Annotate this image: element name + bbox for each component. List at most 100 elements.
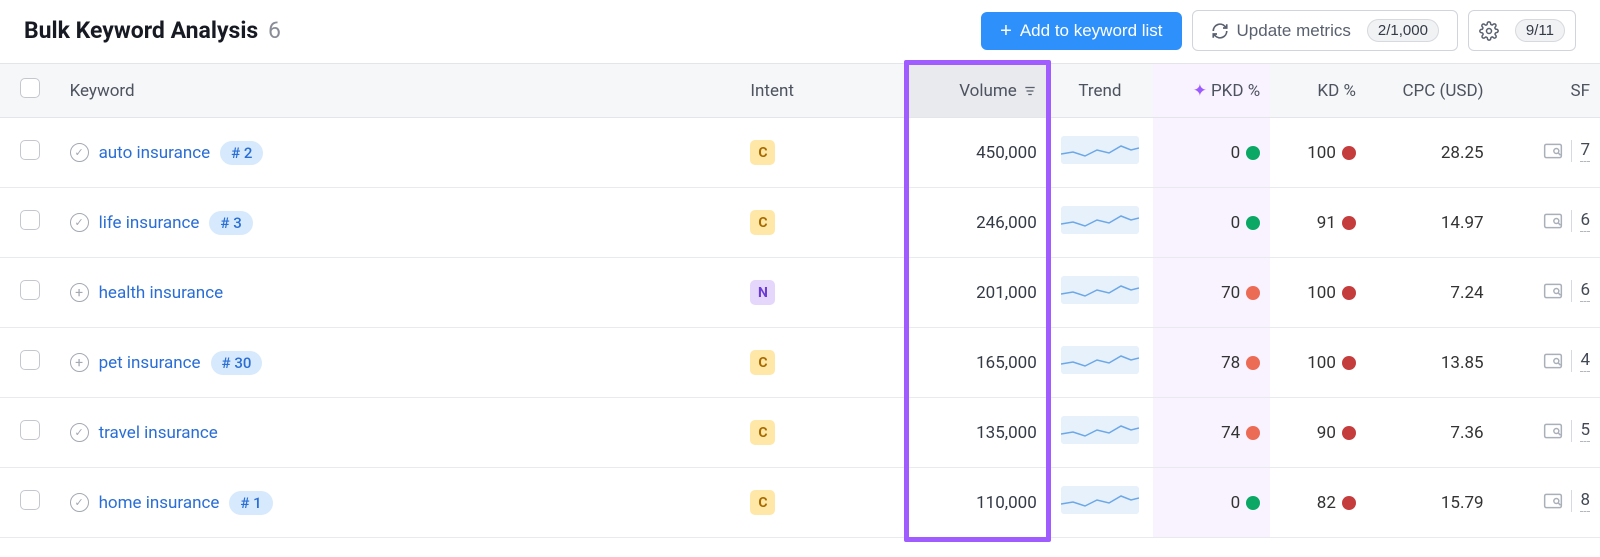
sort-desc-icon — [1023, 84, 1037, 98]
plus-icon: + — [1000, 21, 1012, 41]
pkd-dot-icon — [1246, 146, 1260, 160]
refresh-icon — [1211, 22, 1229, 40]
row-checkbox[interactable] — [20, 490, 40, 510]
add-button-label: Add to keyword list — [1020, 21, 1163, 41]
sf-value[interactable]: 6 — [1580, 280, 1590, 302]
divider — [1571, 210, 1572, 232]
intent-badge: C — [750, 140, 775, 165]
intent-badge: C — [750, 210, 775, 235]
serp-preview-icon[interactable] — [1543, 352, 1563, 370]
sf-value[interactable]: 7 — [1580, 140, 1590, 162]
trend-sparkline — [1061, 136, 1139, 164]
volume-value: 165,000 — [976, 353, 1037, 373]
plus-circle-icon[interactable] — [70, 283, 89, 302]
kd-dot-icon — [1342, 286, 1356, 300]
volume-value: 110,000 — [976, 493, 1037, 513]
trend-sparkline — [1061, 416, 1139, 444]
kd-dot-icon — [1342, 426, 1356, 440]
page-title: Bulk Keyword Analysis 6 — [24, 17, 281, 44]
keyword-link[interactable]: health insurance — [99, 283, 224, 303]
rank-badge: # 2 — [220, 141, 263, 165]
keyword-link[interactable]: auto insurance — [99, 143, 211, 163]
sf-value[interactable]: 5 — [1580, 420, 1590, 442]
serp-preview-icon[interactable] — [1543, 492, 1563, 510]
column-keyword[interactable]: Keyword — [60, 64, 741, 118]
column-sf[interactable]: SF — [1494, 64, 1600, 118]
keyword-link[interactable]: life insurance — [99, 213, 200, 233]
kd-value: 90 — [1317, 423, 1336, 443]
serp-preview-icon[interactable] — [1543, 142, 1563, 160]
column-intent[interactable]: Intent — [740, 64, 868, 118]
check-circle-icon[interactable] — [70, 493, 89, 512]
divider — [1571, 350, 1572, 372]
column-trend[interactable]: Trend — [1047, 64, 1153, 118]
volume-value: 246,000 — [976, 213, 1037, 233]
table-row: home insurance# 1C110,00008215.798 — [0, 468, 1600, 538]
table-row: auto insurance# 2C450,000010028.257 — [0, 118, 1600, 188]
kd-dot-icon — [1342, 146, 1356, 160]
trend-sparkline — [1061, 206, 1139, 234]
column-kd[interactable]: KD % — [1270, 64, 1366, 118]
divider — [1571, 140, 1572, 162]
gear-icon — [1479, 21, 1499, 41]
rank-badge: # 30 — [211, 351, 263, 375]
table-row: health insuranceN201,000701007.246 — [0, 258, 1600, 328]
cpc-value: 14.97 — [1441, 213, 1484, 233]
kd-dot-icon — [1342, 496, 1356, 510]
update-metrics-button[interactable]: Update metrics 2/1,000 — [1192, 10, 1458, 51]
cpc-value: 13.85 — [1441, 353, 1484, 373]
check-circle-icon[interactable] — [70, 143, 89, 162]
sf-value[interactable]: 8 — [1580, 490, 1590, 512]
page-title-text: Bulk Keyword Analysis — [24, 17, 258, 44]
column-cpc[interactable]: CPC (USD) — [1366, 64, 1494, 118]
volume-value: 201,000 — [976, 283, 1037, 303]
keyword-link[interactable]: home insurance — [99, 493, 220, 513]
serp-preview-icon[interactable] — [1543, 422, 1563, 440]
divider — [1571, 490, 1572, 512]
divider — [1571, 280, 1572, 302]
serp-preview-icon[interactable] — [1543, 212, 1563, 230]
trend-sparkline — [1061, 346, 1139, 374]
trend-sparkline — [1061, 276, 1139, 304]
row-checkbox[interactable] — [20, 210, 40, 230]
row-checkbox[interactable] — [20, 140, 40, 160]
column-pkd[interactable]: ✦PKD % — [1153, 64, 1270, 118]
row-checkbox[interactable] — [20, 280, 40, 300]
settings-button[interactable]: 9/11 — [1468, 10, 1576, 51]
volume-value: 135,000 — [976, 423, 1037, 443]
pkd-dot-icon — [1246, 426, 1260, 440]
pkd-value: 0 — [1231, 493, 1241, 513]
kd-dot-icon — [1342, 356, 1356, 370]
keywords-table: Keyword Intent Volume Trend ✦PKD % KD % … — [0, 63, 1600, 538]
page-title-count: 6 — [268, 17, 281, 44]
sf-value[interactable]: 6 — [1580, 210, 1590, 232]
kd-value: 82 — [1317, 493, 1336, 513]
row-checkbox[interactable] — [20, 350, 40, 370]
select-all-checkbox[interactable] — [20, 78, 40, 98]
update-count-pill: 2/1,000 — [1367, 19, 1439, 42]
plus-circle-icon[interactable] — [70, 353, 89, 372]
trend-sparkline — [1061, 486, 1139, 514]
cpc-value: 15.79 — [1441, 493, 1484, 513]
keyword-link[interactable]: pet insurance — [99, 353, 201, 373]
intent-badge: C — [750, 350, 775, 375]
table-row: life insurance # 3 C 246,000 0 91 14.97 6 — [0, 188, 1600, 258]
serp-preview-icon[interactable] — [1543, 282, 1563, 300]
table-row: travel insuranceC135,00074907.365 — [0, 398, 1600, 468]
pkd-value: 0 — [1231, 213, 1241, 233]
row-checkbox[interactable] — [20, 420, 40, 440]
sf-value[interactable]: 4 — [1580, 350, 1590, 372]
kd-dot-icon — [1342, 216, 1356, 230]
pkd-value: 0 — [1231, 143, 1241, 163]
add-to-keyword-list-button[interactable]: + Add to keyword list — [981, 12, 1181, 50]
column-volume[interactable]: Volume — [908, 64, 1046, 118]
check-circle-icon[interactable] — [70, 213, 89, 232]
cpc-value: 7.36 — [1450, 423, 1483, 443]
rank-badge: # 3 — [209, 211, 252, 235]
pkd-dot-icon — [1246, 216, 1260, 230]
update-button-label: Update metrics — [1237, 21, 1351, 41]
check-circle-icon[interactable] — [70, 423, 89, 442]
kd-value: 91 — [1317, 213, 1336, 233]
keyword-link[interactable]: travel insurance — [99, 423, 218, 443]
intent-badge: C — [750, 490, 775, 515]
